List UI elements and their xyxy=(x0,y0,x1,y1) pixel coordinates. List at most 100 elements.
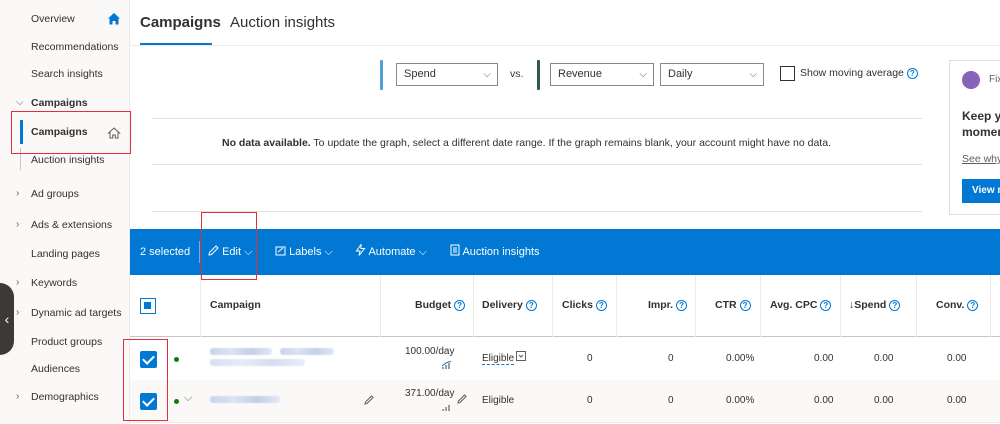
column-header-spend[interactable]: ↓Spend ? xyxy=(849,299,901,311)
budget-header-label: Budget xyxy=(415,299,452,311)
sidebar-item-label: Dynamic ad targets xyxy=(31,307,122,319)
column-divider xyxy=(840,275,841,337)
clicks-header-label: Clicks xyxy=(562,299,593,311)
labels-label: Labels xyxy=(289,246,322,258)
no-data-message: No data available. To update the graph, … xyxy=(222,137,831,149)
column-header-budget[interactable]: Budget ? xyxy=(415,299,466,311)
info-popup-icon[interactable] xyxy=(516,351,526,361)
column-header-campaign[interactable]: Campaign xyxy=(210,299,261,311)
chevron-down-icon: ⌵ xyxy=(324,246,333,258)
select-all-checkbox[interactable] xyxy=(140,298,156,314)
sidebar-item-ad-groups[interactable]: › Ad groups xyxy=(0,182,130,206)
column-header-impr[interactable]: Impr. ? xyxy=(648,299,688,311)
chart-icon[interactable] xyxy=(442,361,452,369)
sidebar-item-demographics[interactable]: › Demographics xyxy=(0,385,130,409)
sidebar-item-keywords[interactable]: › Keywords xyxy=(0,271,130,295)
sidebar-item-overview[interactable]: Overview xyxy=(0,7,130,31)
column-divider xyxy=(695,275,696,337)
help-icon[interactable]: ? xyxy=(906,68,918,79)
sidebar-item-landing-pages[interactable]: Landing pages xyxy=(0,242,130,266)
column-header-ctr[interactable]: CTR ? xyxy=(715,299,751,311)
impr-cell: 0 xyxy=(668,353,674,364)
column-divider xyxy=(200,275,201,337)
sidebar-item-search-insights[interactable]: Search insights xyxy=(0,62,130,86)
chevron-down-icon: ⌵ xyxy=(483,69,491,80)
help-icon[interactable]: ? xyxy=(820,300,832,311)
help-icon[interactable]: ? xyxy=(595,300,607,311)
campaign-name-redacted[interactable] xyxy=(210,348,272,355)
table-header: Campaign Budget ? Delivery ? Clicks ? Im… xyxy=(130,275,1000,337)
ctr-header-label: CTR xyxy=(715,299,737,311)
column-header-conv[interactable]: Conv. ? xyxy=(936,299,979,311)
sidebar-item-dynamic-ad-targets[interactable]: › Dynamic ad targets xyxy=(0,301,130,325)
toolbar-divider xyxy=(199,241,200,263)
ctr-cell: 0.00% xyxy=(726,353,755,364)
metric1-select[interactable]: Spend ⌵ xyxy=(396,63,498,86)
pencil-icon[interactable] xyxy=(457,394,467,404)
avg-cpc-cell: 0.00 xyxy=(814,353,834,364)
sidebar-item-ads-extensions[interactable]: › Ads & extensions xyxy=(0,213,130,237)
sidebar-item-auction-insights[interactable]: Auction insights xyxy=(0,148,130,172)
conv-cell: 0.00 xyxy=(947,353,967,364)
help-icon[interactable]: ? xyxy=(454,300,466,311)
delivery-status[interactable]: Eligible xyxy=(482,395,514,406)
sidebar-nav: Overview Recommendations Search insights… xyxy=(0,0,131,424)
sidebar-item-label: Search insights xyxy=(31,68,103,80)
clicks-cell: 0 xyxy=(587,395,593,406)
clicks-cell: 0 xyxy=(587,353,593,364)
chevron-right-icon: › xyxy=(16,188,20,199)
campaign-name-redacted[interactable] xyxy=(210,396,280,403)
budget-cell[interactable]: 371.00/day xyxy=(405,388,455,399)
card-title-line1: Keep y xyxy=(962,109,1000,123)
highlight-box xyxy=(201,212,257,280)
column-divider xyxy=(552,275,553,337)
table-row[interactable]: ⌵ 371.00/day Eligible 0 0 0.00% 0.00 0.0… xyxy=(130,380,1000,423)
tab-auction-insights[interactable]: Auction insights xyxy=(230,14,335,31)
help-icon[interactable]: ? xyxy=(739,300,751,311)
column-header-clicks[interactable]: Clicks ? xyxy=(562,299,607,311)
card-title: Keep y momen xyxy=(962,108,1000,140)
collapse-sidebar-button[interactable]: ‹ xyxy=(0,283,14,355)
column-divider xyxy=(380,275,381,337)
campaign-name-redacted[interactable] xyxy=(210,359,305,366)
sidebar-item-product-groups[interactable]: Product groups xyxy=(0,330,130,354)
sidebar-item-audiences[interactable]: Audiences xyxy=(0,357,130,381)
campaign-name-redacted[interactable] xyxy=(280,348,334,355)
expand-chevron-icon[interactable]: ⌵ xyxy=(184,392,192,405)
no-data-text: To update the graph, select a different … xyxy=(310,137,831,149)
label-tag-icon xyxy=(275,246,286,256)
selected-count: 2 selected xyxy=(140,246,191,258)
table-row[interactable]: 100.00/day Eligible 0 0 0.00% 0.00 0.00 … xyxy=(130,338,1000,381)
delivery-status[interactable]: Eligible xyxy=(482,353,515,365)
budget-cell[interactable]: 100.00/day xyxy=(405,346,455,357)
help-icon[interactable]: ? xyxy=(889,300,901,311)
auction-insights-button[interactable]: Auction insights xyxy=(450,229,540,275)
sidebar-item-label: Demographics xyxy=(31,391,99,403)
column-header-delivery[interactable]: Delivery ? xyxy=(482,299,537,311)
view-button[interactable]: View r xyxy=(962,179,1000,203)
granularity-select[interactable]: Daily ⌵ xyxy=(660,63,764,86)
sidebar-item-label: Ads & extensions xyxy=(31,219,113,231)
column-header-avg-cpc[interactable]: Avg. CPC ? xyxy=(770,299,832,311)
pencil-icon[interactable] xyxy=(364,395,374,405)
column-divider xyxy=(473,275,474,337)
moving-average-label: Show moving average ? xyxy=(800,67,918,79)
metric2-select[interactable]: Revenue ⌵ xyxy=(550,63,654,86)
chevron-right-icon: › xyxy=(16,307,20,318)
status-dot xyxy=(174,399,179,404)
metric1-value: Spend xyxy=(404,68,436,80)
recommendation-card: Fix Keep y momen See why View r xyxy=(949,60,1000,215)
home-icon xyxy=(108,13,120,25)
tab-campaigns[interactable]: Campaigns xyxy=(140,14,221,31)
moving-average-checkbox[interactable] xyxy=(780,66,795,81)
see-why-link[interactable]: See why xyxy=(962,153,1000,165)
automate-button[interactable]: Automate ⌵ xyxy=(355,229,427,275)
help-icon[interactable]: ? xyxy=(967,300,979,311)
chart-icon[interactable] xyxy=(442,403,452,411)
help-icon[interactable]: ? xyxy=(676,300,688,311)
help-icon[interactable]: ? xyxy=(525,300,537,311)
status-dot xyxy=(174,357,179,362)
sidebar-item-recommendations[interactable]: Recommendations xyxy=(0,35,130,59)
labels-button[interactable]: Labels ⌵ xyxy=(275,229,333,275)
spend-header-label: ↓Spend xyxy=(849,299,887,311)
